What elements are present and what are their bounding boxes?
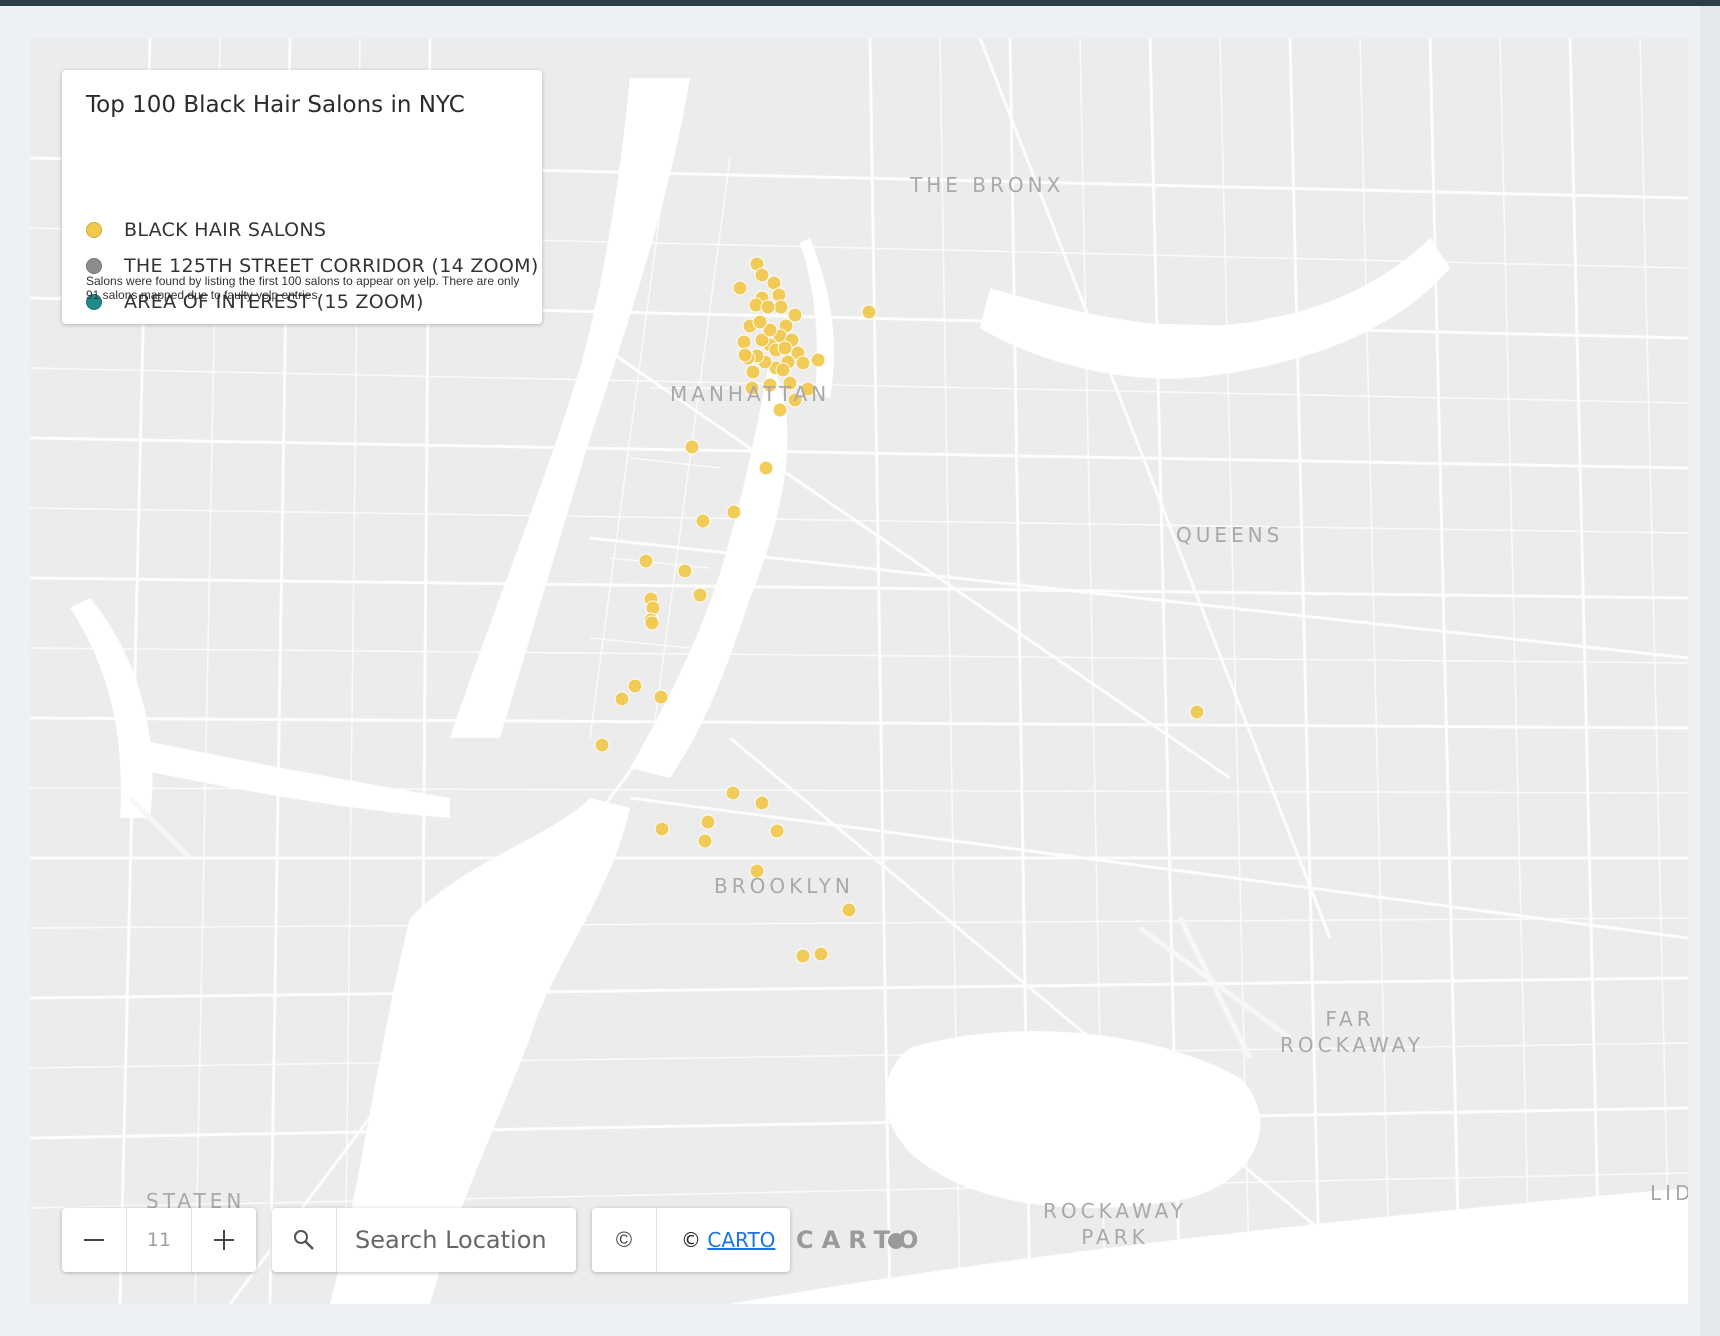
- carto-logo-dot: [888, 1233, 904, 1249]
- label-bronx: THE BRONX: [910, 173, 1065, 197]
- label-rockaway-park: ROCKAWAY PARK: [1043, 1199, 1187, 1249]
- attribution-text: © CARTO: [681, 1228, 775, 1252]
- minus-icon: [84, 1239, 104, 1241]
- top-bar: [0, 0, 1720, 6]
- kill-van-kull: [130, 738, 450, 818]
- search-control[interactable]: Search Location: [272, 1208, 576, 1272]
- salon-marker[interactable]: [677, 563, 693, 579]
- plus-icon: [214, 1230, 234, 1250]
- copyright-icon[interactable]: ©: [592, 1208, 657, 1272]
- salon-marker[interactable]: [795, 355, 811, 371]
- salon-marker[interactable]: [775, 362, 791, 378]
- salon-marker[interactable]: [594, 737, 610, 753]
- salon-marker[interactable]: [653, 689, 669, 705]
- salon-marker[interactable]: [692, 587, 708, 603]
- label-lid: LID: [1650, 1181, 1688, 1205]
- label-brooklyn: BROOKLYN: [714, 874, 854, 898]
- salon-marker[interactable]: [769, 823, 785, 839]
- salon-marker[interactable]: [745, 364, 761, 380]
- salon-marker[interactable]: [773, 299, 789, 315]
- attribution-control: © © CARTO: [592, 1208, 790, 1272]
- salon-marker[interactable]: [737, 347, 753, 363]
- carto-logo: CARTO: [796, 1226, 927, 1254]
- carto-link[interactable]: CARTO: [707, 1228, 775, 1252]
- salon-marker[interactable]: [777, 340, 793, 356]
- zoom-level: 11: [126, 1208, 192, 1272]
- salon-marker[interactable]: [841, 902, 857, 918]
- salon-marker[interactable]: [813, 946, 829, 962]
- salon-marker[interactable]: [752, 314, 768, 330]
- label-manhattan: MANHATTAN: [670, 382, 831, 406]
- salon-marker[interactable]: [695, 513, 711, 529]
- search-button[interactable]: [272, 1208, 337, 1272]
- salon-marker[interactable]: [754, 267, 770, 283]
- legend-title: Top 100 Black Hair Salons in NYC: [86, 92, 465, 118]
- salon-marker[interactable]: [700, 814, 716, 830]
- salon-marker[interactable]: [760, 299, 776, 315]
- salon-marker[interactable]: [810, 352, 826, 368]
- zoom-in-button[interactable]: [192, 1208, 256, 1272]
- zoom-out-button[interactable]: [62, 1208, 126, 1272]
- salon-dot-icon: [86, 222, 102, 238]
- salon-marker[interactable]: [614, 691, 630, 707]
- salon-marker[interactable]: [725, 785, 741, 801]
- long-island-sound: [980, 238, 1450, 379]
- salon-marker[interactable]: [732, 280, 748, 296]
- salon-marker[interactable]: [758, 460, 774, 476]
- salon-marker[interactable]: [726, 504, 742, 520]
- salon-marker[interactable]: [754, 795, 770, 811]
- legend-panel: Top 100 Black Hair Salons in NYC BLACK H…: [62, 70, 542, 324]
- corridor-dot-icon: [86, 258, 102, 274]
- legend-note: Salons were found by listing the first 1…: [86, 274, 520, 302]
- attribution-prefix: ©: [681, 1228, 708, 1252]
- salon-marker[interactable]: [736, 334, 752, 350]
- legend-item-salons: BLACK HAIR SALONS: [86, 218, 326, 242]
- zoom-control: 11: [62, 1208, 256, 1272]
- label-queens: QUEENS: [1176, 523, 1284, 547]
- search-icon: [294, 1230, 314, 1250]
- salon-marker[interactable]: [654, 821, 670, 837]
- salon-marker[interactable]: [697, 833, 713, 849]
- page-edge: [1700, 6, 1720, 1336]
- newark-bay: [70, 598, 153, 818]
- salon-marker[interactable]: [861, 304, 877, 320]
- salon-marker[interactable]: [795, 948, 811, 964]
- search-input[interactable]: Search Location: [355, 1226, 547, 1254]
- salon-marker[interactable]: [684, 439, 700, 455]
- salon-marker[interactable]: [638, 553, 654, 569]
- salon-marker[interactable]: [644, 615, 660, 631]
- salon-marker[interactable]: [1189, 704, 1205, 720]
- legend-label: BLACK HAIR SALONS: [124, 219, 327, 241]
- label-far-rockaway: FAR ROCKAWAY: [1280, 1007, 1424, 1057]
- salon-marker[interactable]: [627, 678, 643, 694]
